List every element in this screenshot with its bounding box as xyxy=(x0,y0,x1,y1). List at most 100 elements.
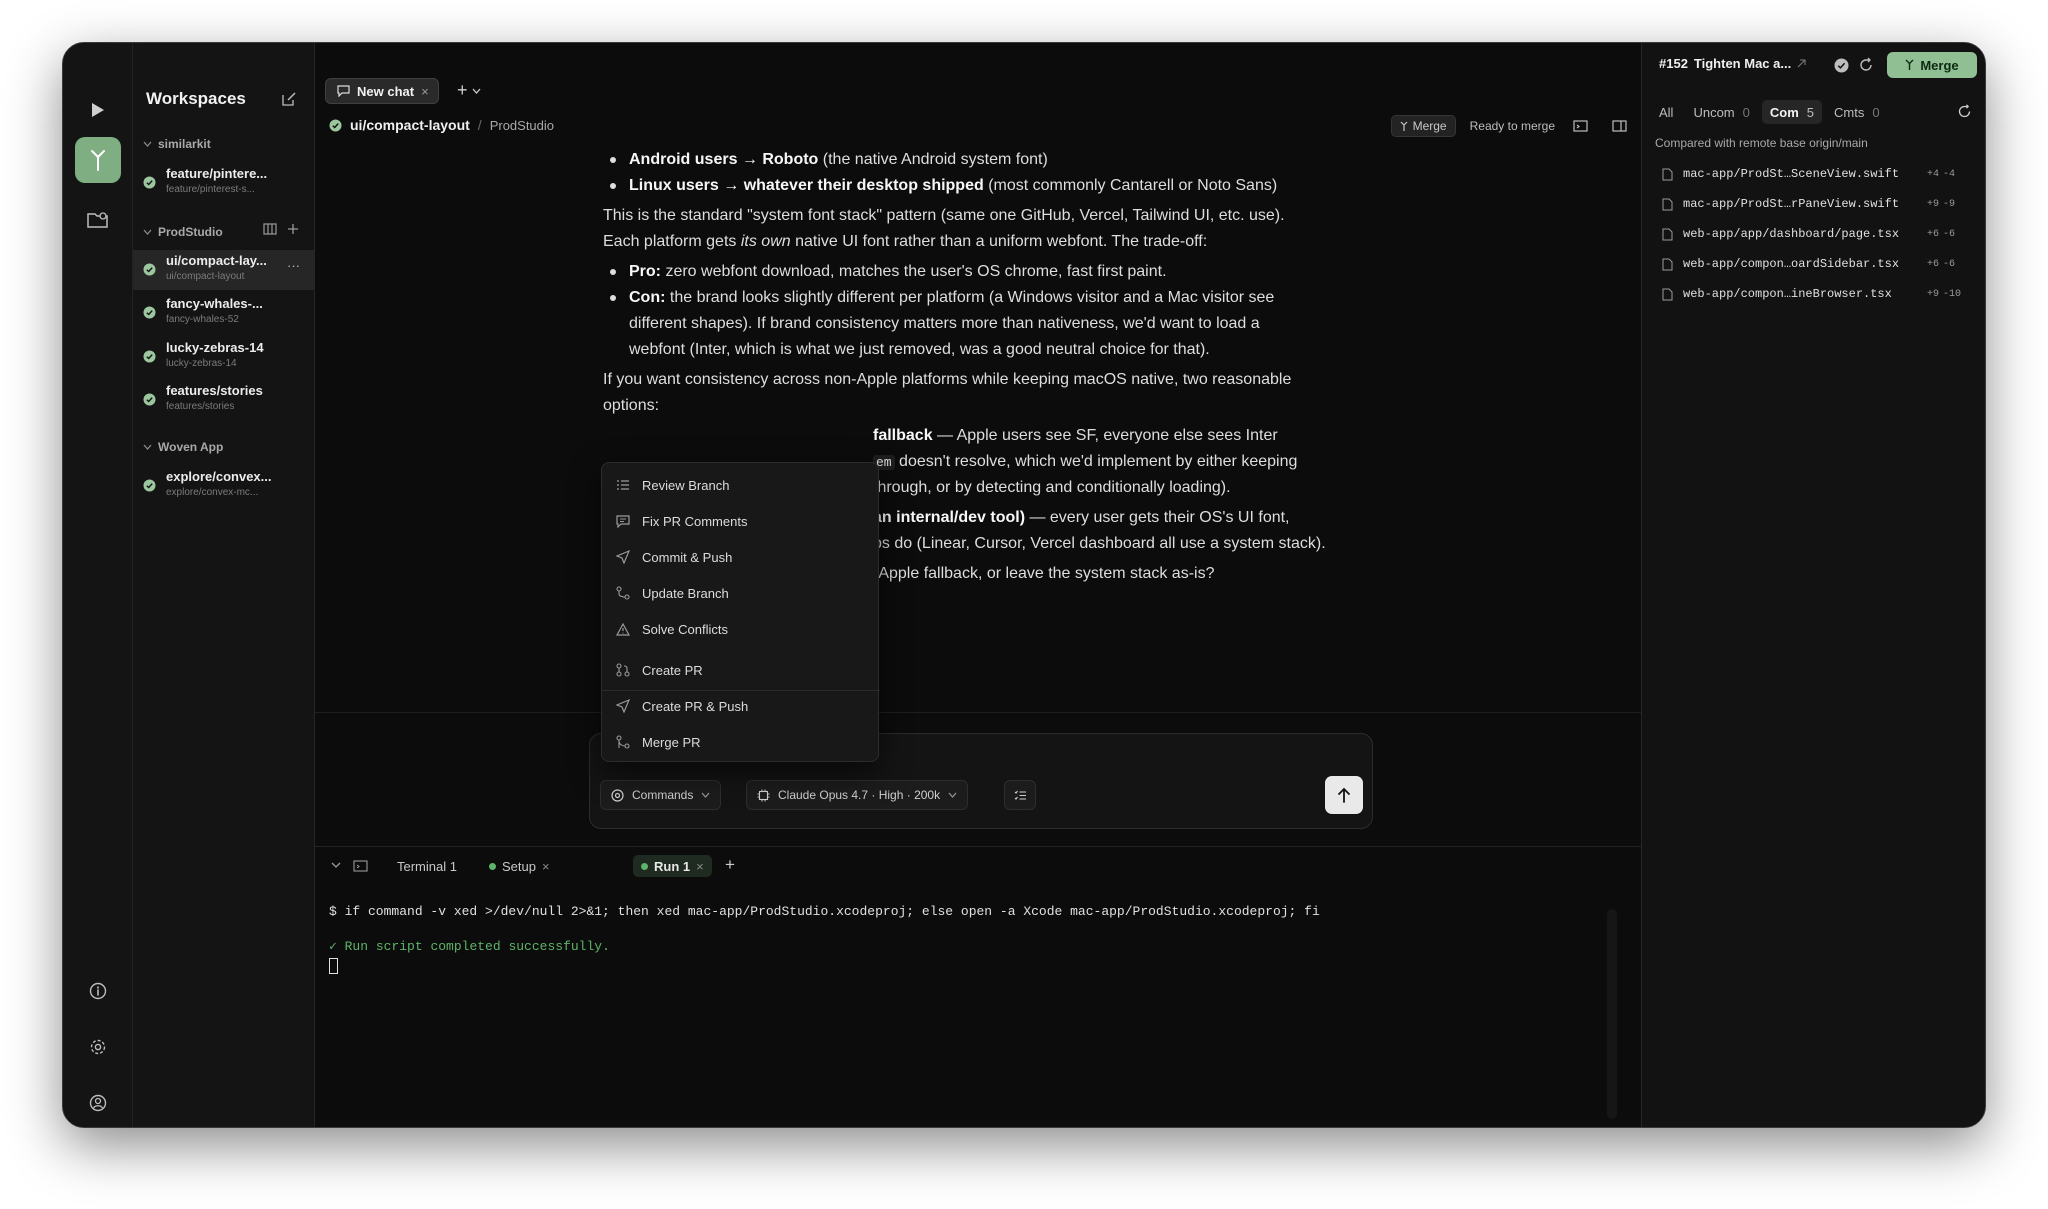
tab-close-button[interactable]: × xyxy=(696,859,704,874)
chat-bubble-icon xyxy=(337,85,350,97)
account-button[interactable] xyxy=(75,1080,121,1126)
tab-terminal-1[interactable]: Terminal 1 xyxy=(389,855,465,877)
filter-tab-comments[interactable]: Cmts 0 xyxy=(1826,100,1888,124)
menu-item-review-branch[interactable]: Review Branch xyxy=(610,469,872,501)
status-dot xyxy=(489,862,496,870)
git-branch-icon xyxy=(616,586,630,600)
merge-chip-button[interactable]: Merge xyxy=(1390,115,1456,137)
menu-item-create-pr[interactable]: Create PR xyxy=(610,654,872,686)
terminal-toggle-icon[interactable] xyxy=(1573,120,1588,132)
filter-tab-committed[interactable]: Com 5 xyxy=(1761,100,1822,124)
paragraph: webfont (Inter, which is what we just re… xyxy=(629,341,1210,358)
refresh-icon[interactable] xyxy=(1957,104,1972,119)
menu-item-update-branch[interactable]: Update Branch xyxy=(610,577,872,609)
check-circle-icon xyxy=(143,393,156,406)
menu-item-merge-pr[interactable]: Merge PR xyxy=(610,726,872,758)
collapse-terminal-icon[interactable] xyxy=(331,862,341,869)
checklist-icon xyxy=(1014,790,1027,801)
add-workspace-icon[interactable] xyxy=(287,223,299,235)
model-selector[interactable]: Claude Opus 4.7 · High · 200k xyxy=(746,780,969,810)
external-link-icon[interactable] xyxy=(1797,59,1806,68)
tab-new-chat[interactable]: New chat × xyxy=(325,78,439,104)
workspaces-sidebar: Workspaces similarkit feature/pintere...… xyxy=(133,43,315,1127)
workspace-item[interactable]: features/stories features/stories xyxy=(133,380,315,420)
workspace-title: ui/compact-lay... xyxy=(166,253,267,268)
filter-tab-uncommitted[interactable]: Uncom 0 xyxy=(1685,100,1757,124)
divider xyxy=(315,712,1641,713)
send-button[interactable] xyxy=(1325,776,1363,814)
info-button[interactable] xyxy=(75,968,121,1014)
terminal-result: ✓ Run script completed successfully. xyxy=(329,939,610,954)
git-merge-icon xyxy=(1905,59,1914,71)
new-workspace-icon[interactable] xyxy=(281,91,297,107)
breadcrumb-project[interactable]: ProdStudio xyxy=(490,118,554,133)
branches-button[interactable] xyxy=(75,137,121,183)
menu-item-fix-pr-comments[interactable]: Fix PR Comments xyxy=(610,505,872,537)
pr-title[interactable]: #152 Tighten Mac a... xyxy=(1659,56,1806,71)
workspace-item[interactable]: explore/convex... explore/convex-mc... xyxy=(133,466,315,506)
split-view-icon[interactable] xyxy=(263,223,277,235)
menu-item-create-pr-push[interactable]: Create PR & Push xyxy=(610,690,872,722)
list-item: Con: the brand looks slightly different … xyxy=(610,285,1389,311)
send-icon xyxy=(616,699,630,713)
workspace-item[interactable]: lucky-zebras-14 lucky-zebras-14 xyxy=(133,337,315,377)
terminal-output[interactable]: $ if command -v xed >/dev/null 2>&1; the… xyxy=(329,903,1320,974)
git-merge-icon xyxy=(1400,121,1408,132)
main-panel: New chat × + ui/compact-layout / ProdStu… xyxy=(315,43,1641,1127)
terminal-scrollbar[interactable] xyxy=(1607,909,1617,1119)
tab-run-1[interactable]: Run 1 × xyxy=(633,855,712,877)
terminal-command: $ if command -v xed >/dev/null 2>&1; the… xyxy=(329,904,1320,919)
changed-file-item[interactable]: web-app/compon…ineBrowser.tsx +9 -10 xyxy=(1662,284,1982,304)
chevron-down-icon xyxy=(143,141,152,147)
check-status-icon[interactable] xyxy=(1834,58,1849,73)
tab-label: New chat xyxy=(357,83,415,99)
changed-file-item[interactable]: web-app/app/dashboard/page.tsx +6 -6 xyxy=(1662,224,1982,244)
changed-file-item[interactable]: mac-app/ProdSt…SceneView.swift +4 -4 xyxy=(1662,164,1982,184)
send-icon xyxy=(616,550,630,564)
changed-file-item[interactable]: web-app/compon…oardSidebar.tsx +6 -6 xyxy=(1662,254,1982,274)
settings-button[interactable] xyxy=(75,1024,121,1070)
workspace-title: fancy-whales-... xyxy=(166,296,263,311)
merge-button[interactable]: Merge xyxy=(1887,52,1977,78)
menu-item-commit-push[interactable]: Commit & Push xyxy=(610,541,872,573)
file-icon xyxy=(1662,198,1673,211)
add-terminal-button[interactable]: + xyxy=(725,855,735,875)
filter-tab-all[interactable]: All xyxy=(1659,100,1681,124)
header-actions: Merge Ready to merge xyxy=(1390,115,1627,137)
tab-close-button[interactable]: × xyxy=(421,84,429,99)
workspace-more-button[interactable]: ··· xyxy=(287,258,300,273)
workspace-title: features/stories xyxy=(166,383,263,398)
breadcrumb-branch[interactable]: ui/compact-layout xyxy=(350,117,470,133)
check-circle-icon xyxy=(143,306,156,319)
workspace-title: lucky-zebras-14 xyxy=(166,340,264,355)
paragraph: -Apple fallback, or leave the system sta… xyxy=(873,565,1215,582)
task-list-button[interactable] xyxy=(1004,780,1036,810)
merge-label: Merge xyxy=(1920,57,1959,73)
new-tab-button[interactable]: + xyxy=(457,80,481,101)
group-label: Woven App xyxy=(158,440,224,454)
file-icon xyxy=(1662,228,1673,241)
changed-file-item[interactable]: mac-app/ProdSt…rPaneView.swift +9 -9 xyxy=(1662,194,1982,214)
terminal-icon xyxy=(353,860,368,872)
terminal-cursor xyxy=(329,958,338,974)
refresh-status-icon[interactable] xyxy=(1858,57,1874,73)
commands-button[interactable]: Commands xyxy=(600,780,722,810)
folders-button[interactable] xyxy=(75,197,121,243)
workspace-item[interactable]: feature/pintere... feature/pinterest-s..… xyxy=(133,163,315,203)
group-similarkit[interactable]: similarkit xyxy=(143,137,211,151)
run-button[interactable] xyxy=(75,87,121,133)
model-label: Claude Opus 4.7 · High · 200k xyxy=(778,788,941,802)
file-icon xyxy=(1662,258,1673,271)
menu-item-solve-conflicts[interactable]: Solve Conflicts xyxy=(610,613,872,645)
group-prodstudio[interactable]: ProdStudio xyxy=(143,225,223,239)
sidebar-toggle-icon[interactable] xyxy=(1612,120,1627,132)
plus-icon: + xyxy=(457,80,468,100)
compare-base-label: Compared with remote base origin/main xyxy=(1655,136,1868,150)
tab-setup[interactable]: Setup × xyxy=(481,855,558,877)
tab-close-button[interactable]: × xyxy=(542,859,550,874)
check-circle-icon xyxy=(329,119,342,132)
workspace-item[interactable]: fancy-whales-... fancy-whales-52 xyxy=(133,293,315,333)
workspace-item-active[interactable]: ui/compact-lay... ui/compact-layout ··· xyxy=(133,250,315,290)
group-label: ProdStudio xyxy=(158,225,223,239)
group-woven-app[interactable]: Woven App xyxy=(143,440,223,454)
